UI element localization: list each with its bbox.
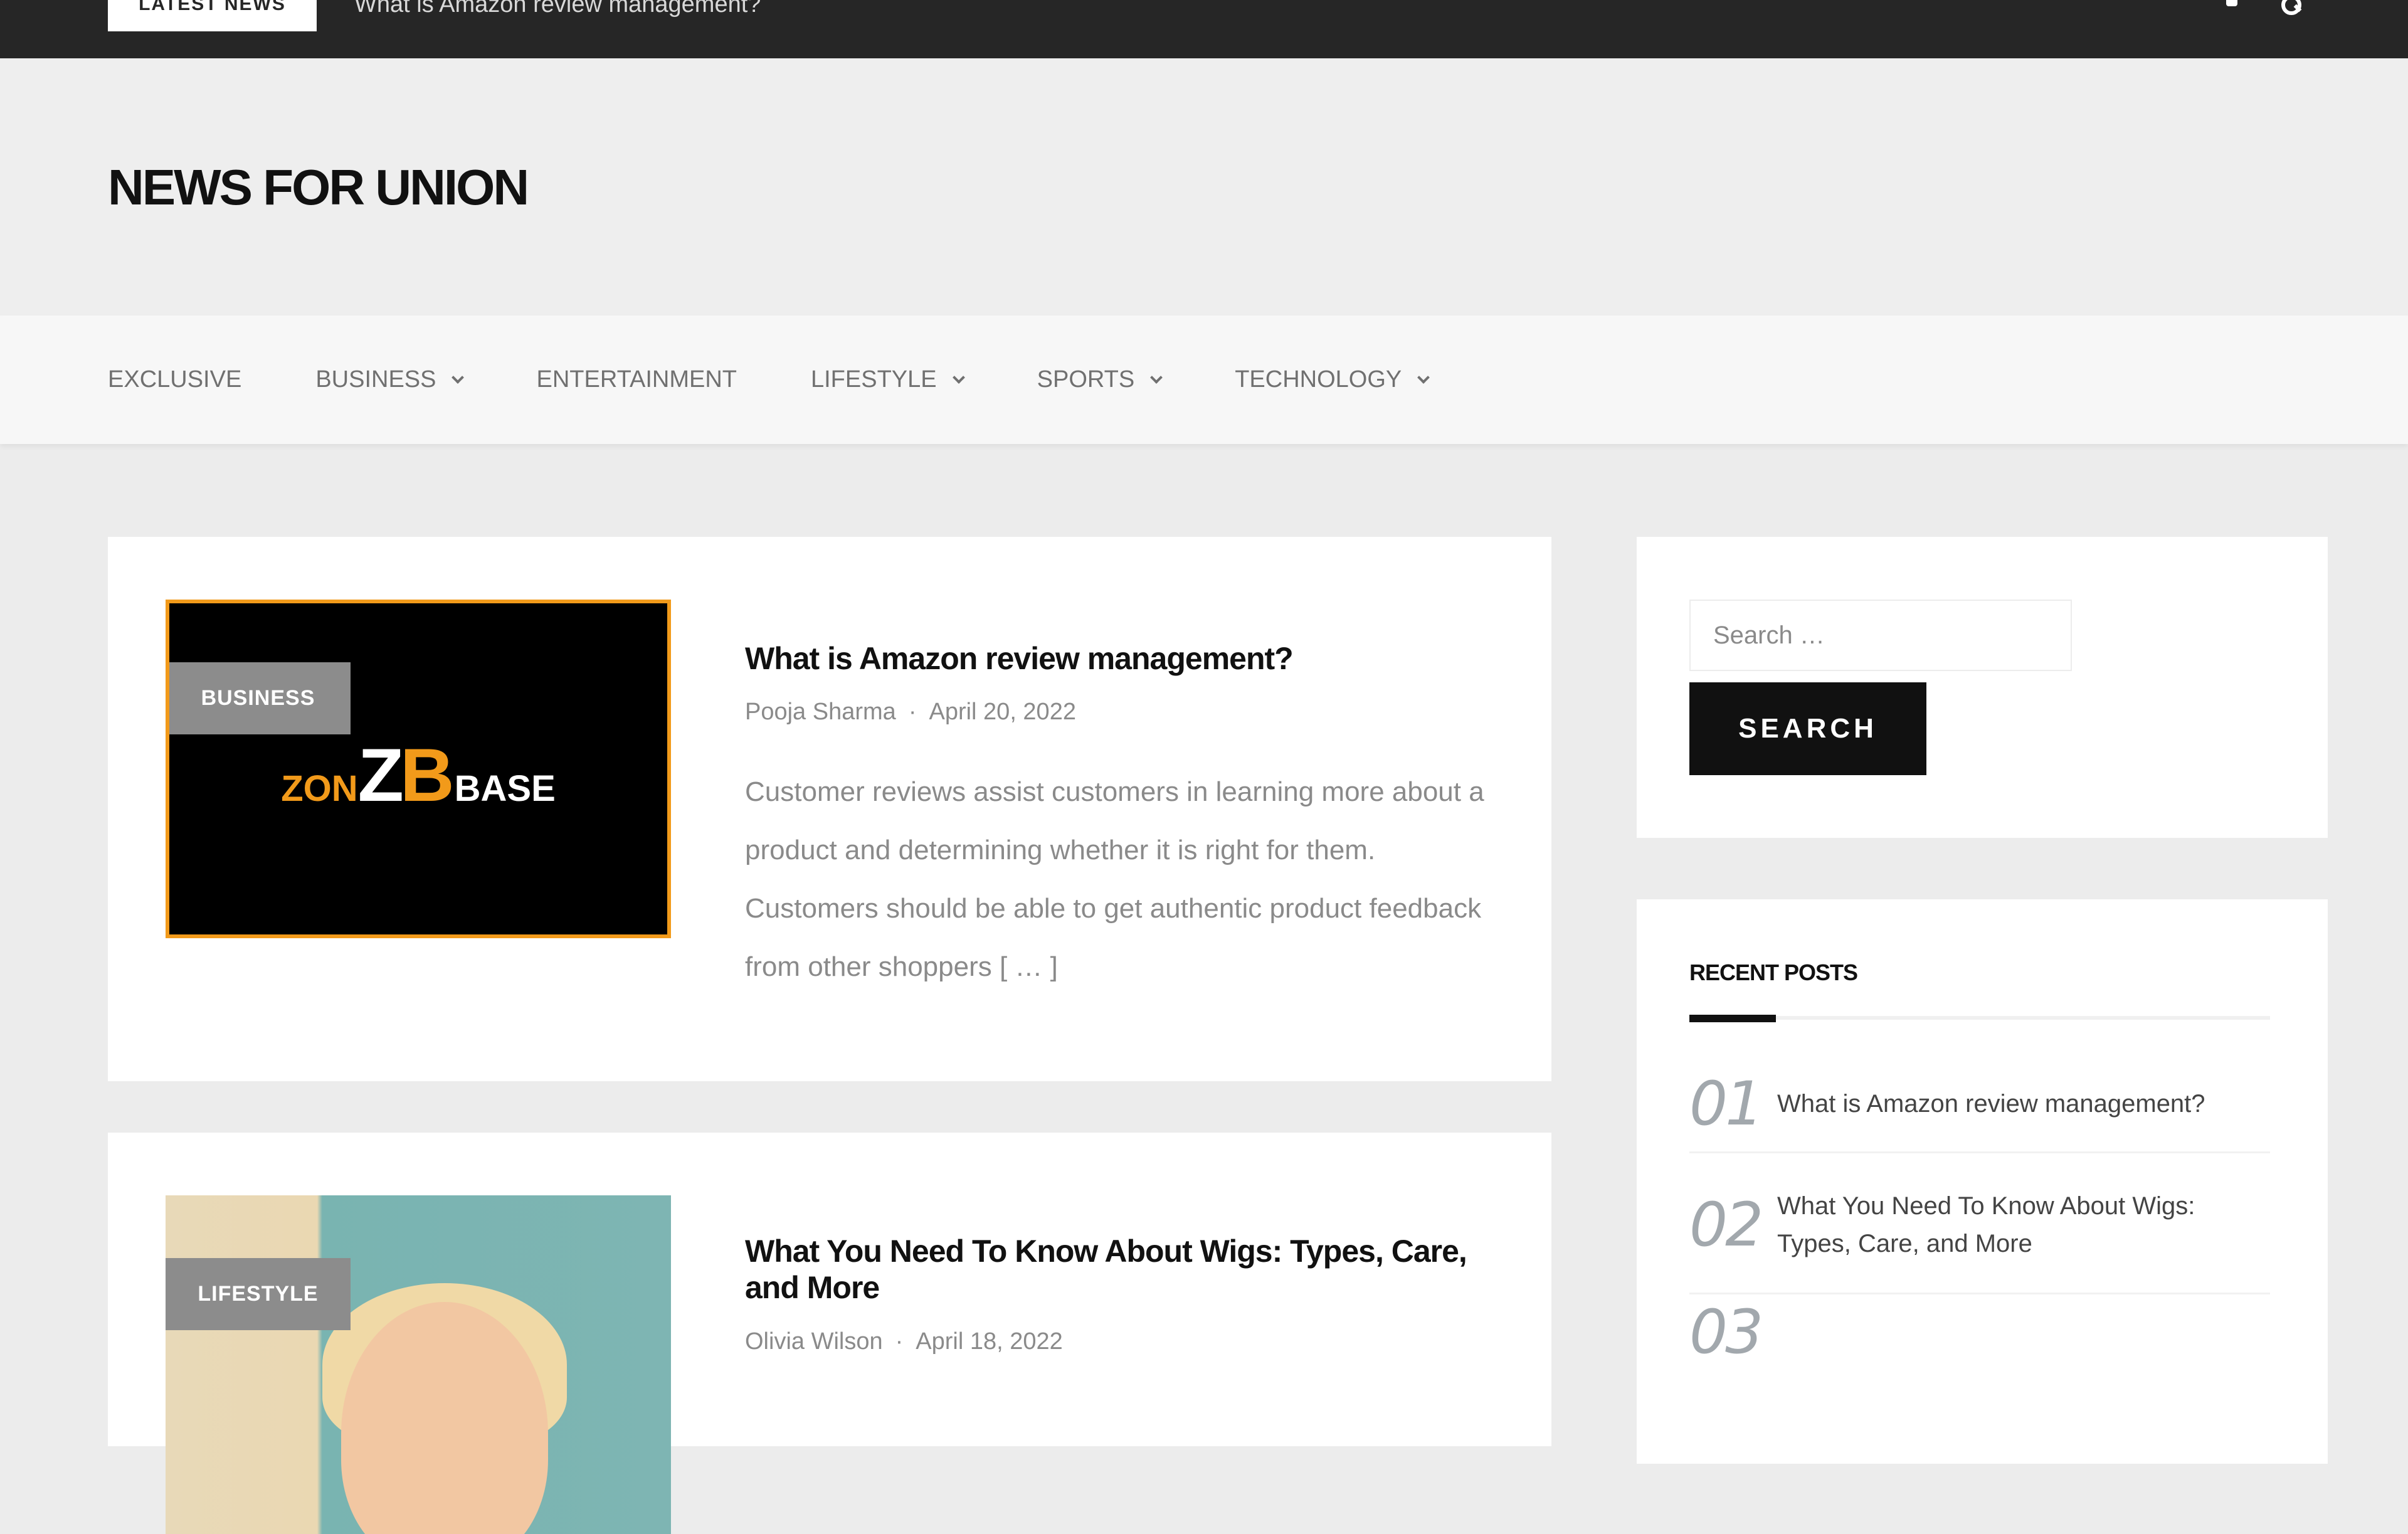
post-date: April 20, 2022 [929, 699, 1076, 725]
nav-item-lifestyle[interactable]: Lifestyle [810, 366, 965, 393]
post-meta: Olivia Wilson · April 18, 2022 [745, 1328, 1063, 1355]
nav-item-label: Lifestyle [810, 366, 937, 393]
nav-item-technology[interactable]: Technology [1235, 366, 1430, 393]
nav-item-sports[interactable]: Sports [1037, 366, 1163, 393]
category-badge[interactable]: Business [169, 662, 351, 734]
category-badge[interactable]: Lifestyle [166, 1258, 351, 1330]
post-card: Lifestyle What You Need To Know About Wi… [108, 1133, 1551, 1534]
post-title[interactable]: What is Amazon review management? [745, 640, 1510, 677]
post-title[interactable]: What You Need To Know About Wigs: Types,… [745, 1233, 1510, 1306]
search-icon[interactable] [2280, 0, 2301, 16]
post-thumbnail[interactable]: Lifestyle [166, 1195, 671, 1534]
chevron-down-icon [1417, 371, 1430, 384]
post-author[interactable]: Pooja Sharma [745, 699, 896, 725]
site-header: NEWS FOR UNION [0, 58, 2408, 315]
recent-post-item[interactable]: 03 [1689, 1294, 2270, 1370]
nav-item-exclusive[interactable]: Exclusive [108, 366, 241, 393]
widget-title: Recent Posts [1689, 960, 1858, 985]
top-icons [2221, 0, 2301, 16]
nav-item-label: Business [315, 366, 436, 393]
search-widget: Search [1637, 537, 2328, 838]
latest-news-badge: Latest News [108, 0, 317, 31]
zonzbbase-logo: ZONZBBASE [281, 733, 556, 817]
search-input[interactable] [1689, 600, 2072, 671]
recent-post-title[interactable]: What You Need To Know About Wigs: Types,… [1777, 1187, 2270, 1262]
search-button[interactable]: Search [1689, 682, 1926, 775]
recent-posts-widget: Recent Posts 01 What is Amazon review ma… [1637, 899, 2328, 1464]
site-title[interactable]: NEWS FOR UNION [108, 159, 529, 216]
recent-post-item[interactable]: 01 What is Amazon review management? [1689, 1056, 2270, 1153]
nav-item-label: Exclusive [108, 366, 242, 393]
post-thumbnail[interactable]: Business ZONZBBASE [166, 600, 671, 938]
nav-item-business[interactable]: Business [315, 366, 465, 393]
recent-post-number: 03 [1689, 1297, 1763, 1367]
nav-list: Exclusive Business Entertainment Lifesty… [108, 315, 1502, 444]
nav-item-label: Entertainment [536, 366, 737, 393]
chevron-down-icon [952, 371, 965, 384]
nav-item-entertainment[interactable]: Entertainment [536, 366, 737, 393]
meta-separator: · [908, 699, 917, 725]
main-nav: Exclusive Business Entertainment Lifesty… [0, 315, 2408, 444]
post-card: Business ZONZBBASE What is Amazon review… [108, 537, 1551, 1081]
widget-title-underline [1689, 1015, 2270, 1022]
nav-item-label: Sports [1037, 366, 1135, 393]
post-excerpt: Customer reviews assist customers in lea… [745, 776, 1484, 982]
top-bar: Latest News What is Amazon review manage… [0, 0, 2408, 58]
news-ticker-link[interactable]: What is Amazon review management? [354, 0, 761, 18]
chevron-down-icon [1150, 371, 1163, 384]
recent-post-number: 02 [1689, 1189, 1763, 1260]
nav-item-label: Technology [1235, 366, 1402, 393]
recent-post-title[interactable]: What is Amazon review management? [1777, 1085, 2205, 1123]
post-author[interactable]: Olivia Wilson [745, 1328, 883, 1355]
user-icon[interactable] [2221, 0, 2242, 16]
meta-separator: · [895, 1328, 904, 1355]
post-meta: Pooja Sharma · April 20, 2022 [745, 699, 1076, 726]
post-date: April 18, 2022 [916, 1328, 1063, 1355]
recent-post-number: 01 [1689, 1069, 1763, 1139]
recent-post-item[interactable]: 02 What You Need To Know About Wigs: Typ… [1689, 1156, 2270, 1294]
chevron-down-icon [452, 371, 465, 384]
